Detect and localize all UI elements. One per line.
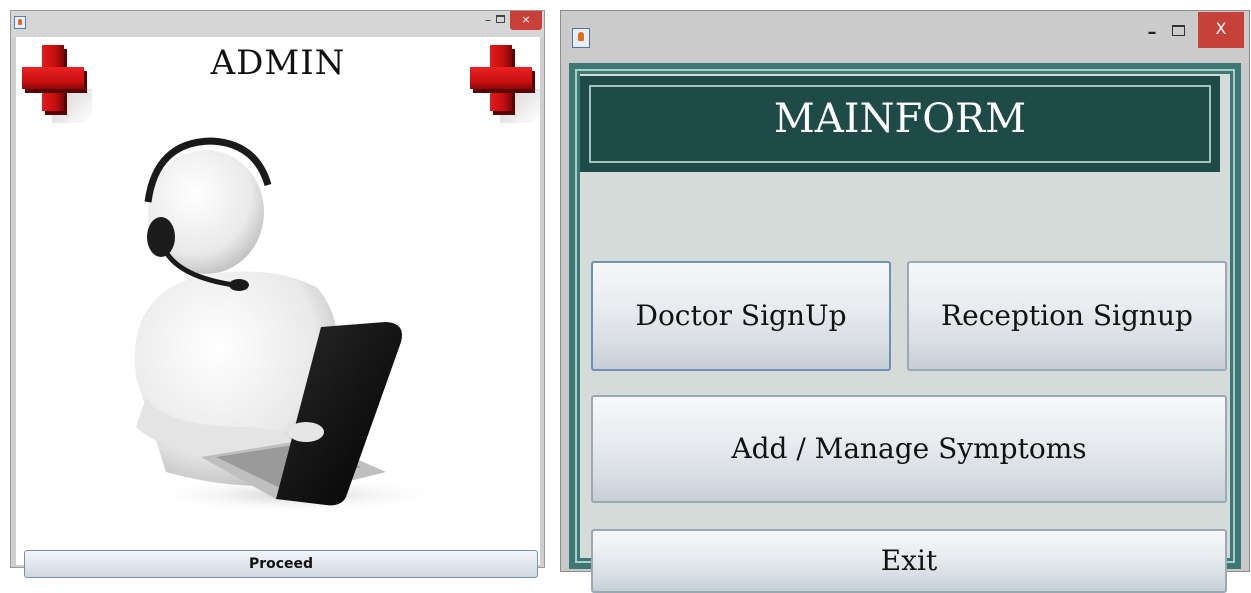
main-window: – X MAINFORM Doctor SignUp Reception Sig… [560,10,1250,593]
mainform-title: MAINFORM [773,96,1027,142]
java-app-icon [572,28,590,48]
java-app-icon [14,16,26,29]
page-title: ADMIN [210,43,346,83]
maximize-icon[interactable] [496,15,505,23]
main-titlebar[interactable]: – X [561,11,1249,63]
manage-symptoms-button[interactable]: Add / Manage Symptoms [591,395,1227,503]
admin-titlebar[interactable]: – × [11,11,544,37]
support-person-laptop-illustration [134,137,446,513]
exit-button[interactable]: Exit [591,529,1227,593]
reception-signup-button[interactable]: Reception Signup [907,261,1227,371]
minimize-icon[interactable]: – [480,12,496,32]
admin-content: ADMIN Proceed [16,37,540,578]
close-icon[interactable]: × [510,11,542,30]
proceed-button[interactable]: Proceed [24,550,538,578]
minimize-icon[interactable]: – [1141,23,1163,45]
main-frame: MAINFORM Doctor SignUp Reception Signup … [569,63,1241,593]
admin-window: – × ADMIN Proceed [10,10,545,578]
maximize-icon[interactable] [1172,25,1185,36]
mainform-header: MAINFORM [580,76,1220,172]
close-icon[interactable]: X [1198,12,1244,48]
doctor-signup-button[interactable]: Doctor SignUp [591,261,891,371]
